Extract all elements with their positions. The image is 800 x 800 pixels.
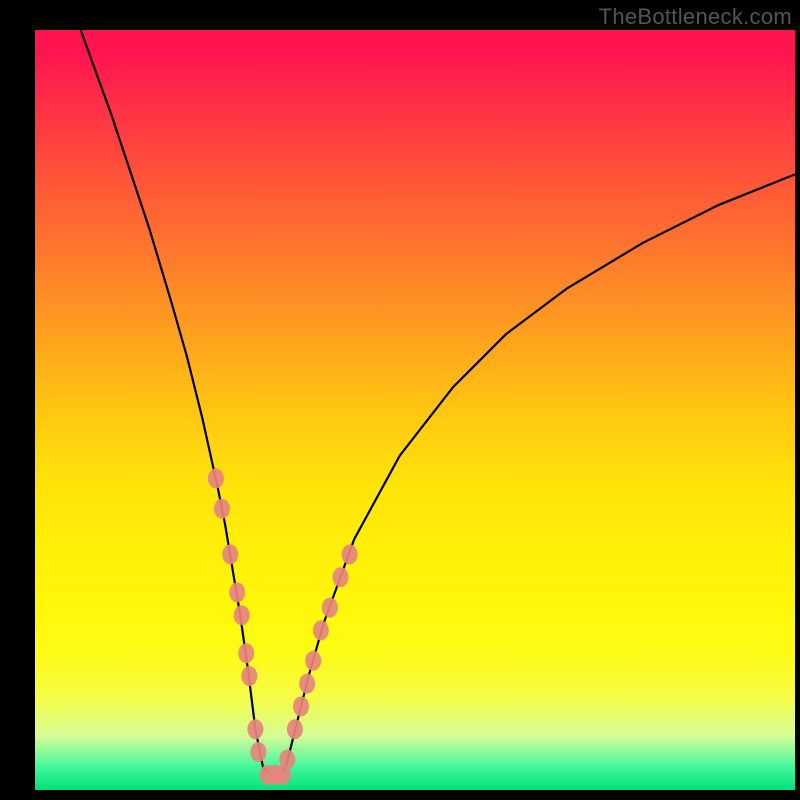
marker-point	[222, 544, 238, 564]
marker-point	[250, 742, 266, 762]
marker-point	[299, 674, 315, 694]
bottleneck-curve	[81, 30, 795, 775]
marker-point	[305, 651, 321, 671]
marker-point	[247, 719, 263, 739]
marker-point	[342, 544, 358, 564]
marker-point	[313, 620, 329, 640]
marker-group	[208, 468, 358, 784]
marker-point	[322, 598, 338, 618]
marker-point	[287, 719, 303, 739]
marker-point	[208, 468, 224, 488]
marker-point	[214, 499, 230, 519]
chart-frame: TheBottleneck.com	[0, 0, 800, 800]
marker-point	[234, 605, 250, 625]
marker-point	[241, 666, 257, 686]
chart-svg	[0, 0, 800, 800]
marker-point	[229, 582, 245, 602]
marker-point	[293, 696, 309, 716]
marker-point	[279, 750, 295, 770]
marker-point	[238, 643, 254, 663]
marker-point	[333, 567, 349, 587]
watermark-label: TheBottleneck.com	[599, 4, 792, 30]
